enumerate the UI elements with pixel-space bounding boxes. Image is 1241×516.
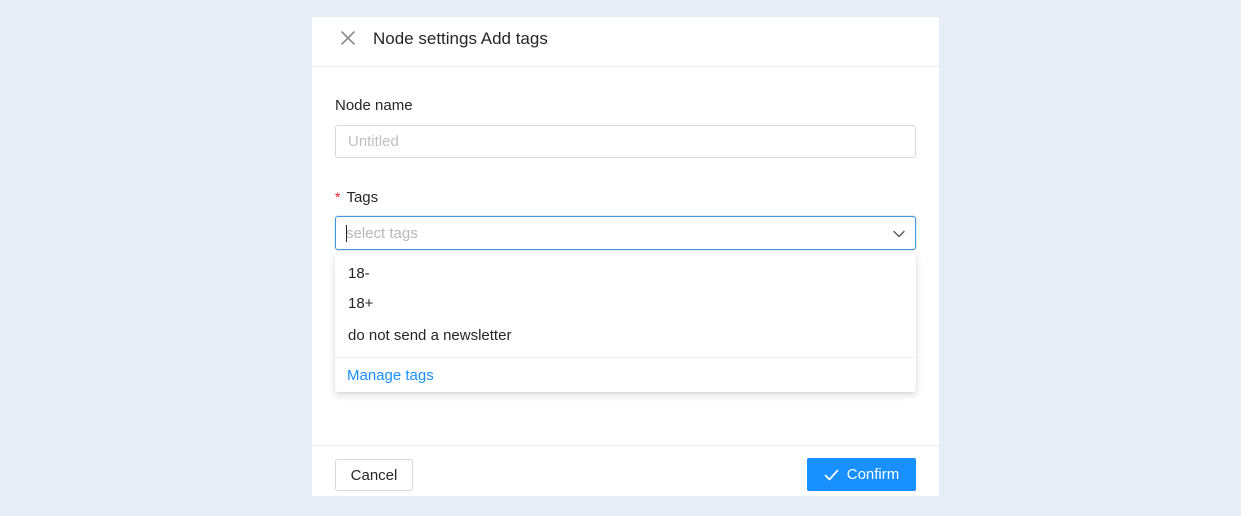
modal-title: Node settings Add tags [373, 29, 548, 48]
tags-dropdown-menu: 18- 18+ do not send a newsletter Manage … [335, 253, 916, 392]
modal-header: Node settings Add tags [312, 17, 939, 67]
chevron-down-icon [892, 227, 906, 241]
confirm-button-label: Confirm [846, 466, 900, 483]
close-button[interactable] [339, 28, 357, 48]
confirm-button[interactable]: Confirm [807, 458, 916, 491]
dropdown-option-over-18[interactable]: 18+ [348, 295, 373, 313]
dropdown-option-under-18[interactable]: 18- [348, 265, 370, 283]
dropdown-toggle[interactable] [892, 227, 906, 241]
text-cursor [346, 225, 347, 242]
modal-footer: Cancel Confirm [312, 445, 939, 496]
tags-select-placeholder: select tags [346, 225, 418, 242]
tags-label-text: Tags [346, 189, 379, 206]
manage-tags-link[interactable]: Manage tags [347, 367, 434, 385]
close-icon [339, 28, 357, 48]
tags-label: * Tags [335, 188, 378, 207]
dropdown-divider [335, 357, 916, 358]
node-name-label: Node name [335, 97, 413, 114]
cancel-button[interactable]: Cancel [335, 459, 413, 491]
dropdown-option-no-newsletter[interactable]: do not send a newsletter [348, 327, 511, 345]
node-name-input[interactable] [335, 125, 916, 158]
required-mark: * [335, 189, 341, 205]
tags-select[interactable]: select tags [335, 216, 916, 250]
node-settings-modal: Node settings Add tags Node name * Tags s… [312, 17, 939, 496]
check-icon [824, 469, 839, 481]
